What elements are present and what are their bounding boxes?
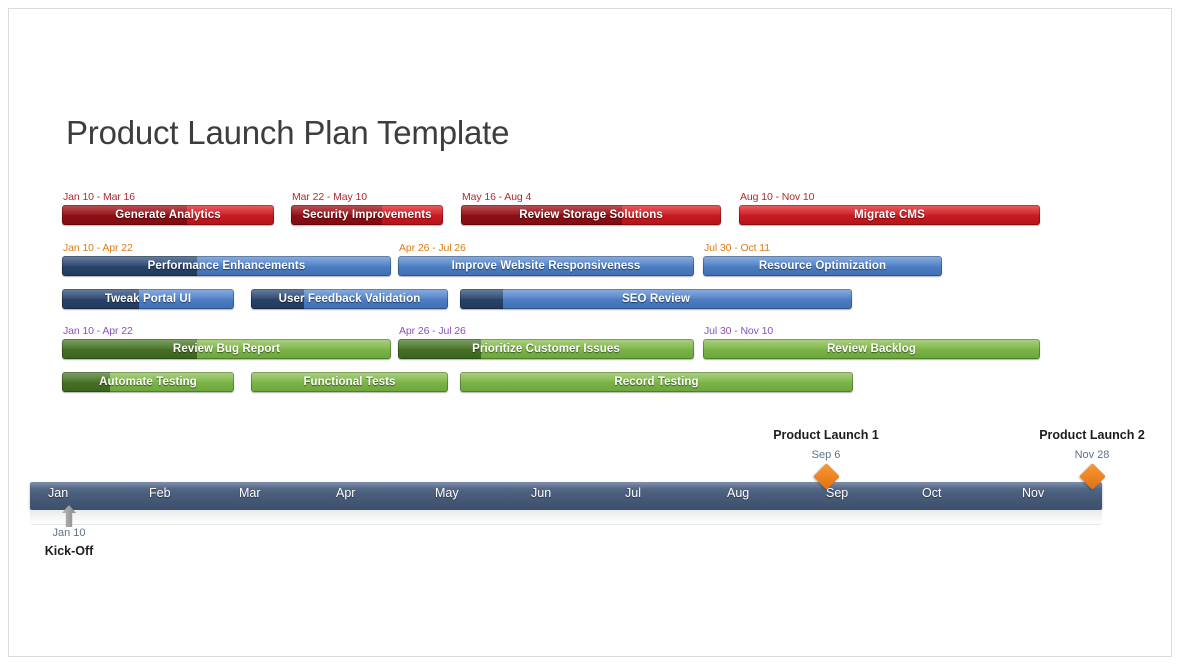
gantt-bar[interactable]: Migrate CMS — [739, 205, 1040, 225]
milestone-label: Product Launch 2 — [1039, 428, 1145, 442]
gantt-bar-label: SEO Review — [621, 293, 691, 305]
gantt-bar-date-label: Apr 26 - Jul 26 — [399, 242, 466, 254]
gantt-bar[interactable]: Security Improvements — [291, 205, 443, 225]
gantt-bar[interactable]: Generate Analytics — [62, 205, 274, 225]
gantt-bar[interactable]: Review Bug Report — [62, 339, 391, 359]
gantt-bar-label: Automate Testing — [99, 376, 197, 388]
gantt-bar[interactable]: Improve Website Responsiveness — [398, 256, 694, 276]
gantt-bar-label: Performance Enhancements — [147, 260, 306, 272]
gantt-bar[interactable]: Prioritize Customer Issues — [398, 339, 694, 359]
gantt-bar-date-label: Jan 10 - Mar 16 — [63, 191, 136, 203]
slide-canvas: Product Launch Plan Template Generate An… — [0, 0, 1180, 665]
gantt-bar-date-label: May 16 - Aug 4 — [462, 191, 532, 203]
gantt-bar-label: Migrate CMS — [854, 209, 925, 221]
gantt-bar[interactable]: Tweak Portal UI — [62, 289, 234, 309]
timeline-axis-shelf — [30, 510, 1102, 525]
gantt-bar[interactable]: Performance Enhancements — [62, 256, 391, 276]
gantt-bar-label: Functional Tests — [303, 376, 396, 388]
milestone-date: Nov 28 — [1074, 449, 1110, 461]
kickoff-milestone[interactable]: Jan 10 Kick-Off — [45, 505, 93, 573]
page-title: Product Launch Plan Template — [66, 114, 510, 152]
timeline-month-label: Mar — [239, 486, 261, 500]
gantt-bar-date-label: Jan 10 - Apr 22 — [63, 325, 133, 337]
timeline-month-label: Apr — [336, 486, 356, 500]
gantt-bar-date-label: Apr 26 - Jul 26 — [399, 325, 466, 337]
milestone-marker[interactable]: Product Launch 1 Sep 6 — [736, 428, 916, 490]
milestone-date: Sep 6 — [811, 449, 841, 461]
gantt-bar-label: Improve Website Responsiveness — [451, 260, 641, 272]
kickoff-arrow-icon — [62, 505, 76, 527]
gantt-bar[interactable]: Functional Tests — [251, 372, 448, 392]
gantt-bar[interactable]: Automate Testing — [62, 372, 234, 392]
gantt-bar-date-label: Jan 10 - Apr 22 — [63, 242, 133, 254]
gantt-bar-date-label: Mar 22 - May 10 — [292, 191, 367, 203]
gantt-bar-date-label: Jul 30 - Oct 11 — [704, 242, 771, 254]
timeline-month-label: Oct — [922, 486, 942, 500]
timeline-month-label: Jun — [531, 486, 552, 500]
gantt-bar-label: Security Improvements — [302, 209, 432, 221]
timeline-month-label: Jul — [625, 486, 641, 500]
milestone-diamond-icon — [1078, 463, 1106, 490]
gantt-bar[interactable]: Review Backlog — [703, 339, 1040, 359]
timeline-month-label: Feb — [149, 486, 171, 500]
milestone-label: Product Launch 1 — [773, 428, 879, 442]
kickoff-date: Jan 10 — [52, 527, 86, 539]
gantt-bar[interactable]: Record Testing — [460, 372, 853, 392]
slide-border — [8, 8, 1172, 657]
gantt-bar-label: Resource Optimization — [758, 260, 887, 272]
kickoff-label: Kick-Off — [44, 544, 94, 558]
gantt-bar[interactable]: Review Storage Solutions — [461, 205, 721, 225]
gantt-bar-label: Review Backlog — [827, 343, 916, 355]
gantt-bar-label: Generate Analytics — [115, 209, 221, 221]
gantt-bar-label: Prioritize Customer Issues — [472, 343, 620, 355]
gantt-bar-label: Tweak Portal UI — [104, 293, 192, 305]
gantt-bar-date-label: Jul 30 - Nov 10 — [704, 325, 774, 337]
gantt-bar-label: Review Bug Report — [172, 343, 281, 355]
milestone-marker[interactable]: Product Launch 2 Nov 28 — [1002, 428, 1180, 490]
timeline-month-label: Jan — [48, 486, 69, 500]
timeline-month-label: May — [435, 486, 459, 500]
gantt-bar-label: Review Storage Solutions — [519, 209, 663, 221]
milestone-diamond-icon — [812, 463, 840, 490]
gantt-bar[interactable]: Resource Optimization — [703, 256, 942, 276]
gantt-bar[interactable]: SEO Review — [460, 289, 852, 309]
gantt-bar[interactable]: User Feedback Validation — [251, 289, 448, 309]
gantt-bar-label: User Feedback Validation — [278, 293, 421, 305]
gantt-bar-date-label: Aug 10 - Nov 10 — [740, 191, 815, 203]
gantt-bar-label: Record Testing — [614, 376, 699, 388]
